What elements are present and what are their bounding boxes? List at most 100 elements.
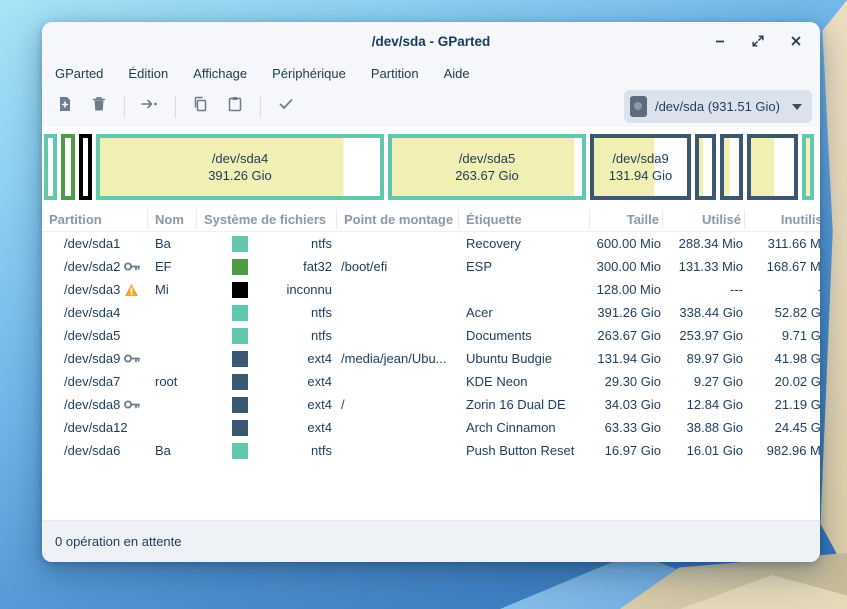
close-icon — [790, 35, 802, 47]
partition-device-text: /dev/sda5 — [64, 328, 120, 343]
menu-affichage[interactable]: Affichage — [184, 63, 256, 84]
filesystem-color-swatch — [232, 259, 248, 275]
table-row-sda2[interactable]: /dev/sda2EFfat32/boot/efiESP300.00 Mio13… — [42, 255, 820, 278]
key-icon — [124, 353, 140, 364]
partition-segment-sda7[interactable] — [695, 134, 716, 200]
table-row-sda12[interactable]: /dev/sda12ext4Arch Cinnamon63.33 Gio38.8… — [42, 416, 820, 439]
size-cell: 34.03 Gio — [590, 397, 663, 412]
used-cell: 288.34 Mio — [663, 236, 745, 251]
partition-segment-sda6[interactable] — [802, 134, 814, 200]
restore-icon — [751, 34, 765, 48]
col-header-point-de-montage: Point de montage — [337, 210, 459, 229]
partition-segment-sda9[interactable]: /dev/sda9131.94 Gio — [590, 134, 691, 200]
segment-size-label: 263.67 Gio — [455, 167, 519, 184]
filesystem-type-text: ntfs — [248, 305, 337, 320]
menu-aide[interactable]: Aide — [435, 63, 479, 84]
size-cell: 263.67 Gio — [590, 328, 663, 343]
segment-device-label: /dev/sda4 — [212, 150, 268, 167]
size-cell: 16.97 Gio — [590, 443, 663, 458]
col-header-nom: Nom — [148, 210, 197, 229]
mount-point-cell: /boot/efi — [337, 259, 459, 274]
partition-segment-sda5[interactable]: /dev/sda5263.67 Gio — [388, 134, 586, 200]
delete-partition-button[interactable] — [82, 92, 116, 122]
copy-button[interactable] — [184, 92, 218, 122]
used-cell: 253.97 Gio — [663, 328, 745, 343]
toolbar: /dev/sda (931.51 Gio) — [42, 86, 820, 127]
filesystem-color-swatch — [232, 420, 248, 436]
partition-segment-sda12[interactable] — [747, 134, 798, 200]
size-cell: 131.94 Gio — [590, 351, 663, 366]
new-partition-button[interactable] — [48, 92, 82, 122]
unused-cell: 9.71 Gio — [745, 328, 820, 343]
filesystem-color-swatch — [232, 351, 248, 367]
copy-icon — [192, 95, 210, 118]
apply-button[interactable] — [269, 92, 303, 122]
col-header-inutilise: Inutilisé — [745, 210, 820, 229]
partition-device-text: /dev/sda9 — [64, 351, 120, 366]
menu-peripherique[interactable]: Périphérique — [263, 63, 355, 84]
table-row-sda6[interactable]: /dev/sda6BantfsPush Button Reset16.97 Gi… — [42, 439, 820, 462]
used-cell: 16.01 Gio — [663, 443, 745, 458]
partition-name-cell: root — [148, 374, 197, 389]
main-content: /dev/sda4391.26 Gio/dev/sda5263.67 Gio/d… — [42, 127, 820, 520]
label-cell: ESP — [459, 259, 590, 274]
table-row-sda7[interactable]: /dev/sda7rootext4KDE Neon29.30 Gio9.27 G… — [42, 370, 820, 393]
segment-device-label: /dev/sda9 — [612, 150, 668, 167]
col-header-etiquette: Étiquette — [459, 210, 590, 229]
label-cell: Zorin 16 Dual DE — [459, 397, 590, 412]
window-controls — [710, 22, 806, 60]
partition-segment-sda8[interactable] — [720, 134, 743, 200]
label-cell: Recovery — [459, 236, 590, 251]
filesystem-type-text: ntfs — [248, 328, 337, 343]
device-selector[interactable]: /dev/sda (931.51 Gio) — [624, 90, 812, 123]
table-row-sda5[interactable]: /dev/sda5 ntfs Documents263.67 Gio253.97 G… — [42, 324, 820, 347]
partition-segment-sda1[interactable] — [44, 134, 57, 200]
col-header-taille: Taille — [590, 210, 663, 229]
unused-cell: 982.96 Mio — [745, 443, 820, 458]
partition-name-cell: Ba — [148, 443, 197, 458]
menu-gparted[interactable]: GParted — [46, 63, 112, 84]
key-icon — [124, 261, 140, 272]
table-row-sda8[interactable]: /dev/sda8ext4/Zorin 16 Dual DE34.03 Gio1… — [42, 393, 820, 416]
filesystem-color-swatch — [232, 374, 248, 390]
table-row-sda4[interactable]: /dev/sda4ntfsAcer391.26 Gio338.44 Gio52.… — [42, 301, 820, 324]
menu-partition[interactable]: Partition — [362, 63, 428, 84]
mount-point-cell: / — [337, 397, 459, 412]
partition-segment-sda4[interactable]: /dev/sda4391.26 Gio — [96, 134, 384, 200]
toolbar-separator — [175, 96, 176, 118]
table-row-sda1[interactable]: /dev/sda1BantfsRecovery600.00 Mio288.34 … — [42, 232, 820, 255]
titlebar[interactable]: /dev/sda - GParted — [42, 22, 820, 60]
gparted-window: /dev/sda - GParted — [42, 22, 820, 562]
size-cell: 391.26 Gio — [590, 305, 663, 320]
unused-cell: 168.67 Mio — [745, 259, 820, 274]
toolbar-separator — [260, 96, 261, 118]
check-icon — [277, 95, 295, 118]
window-title: /dev/sda - GParted — [372, 34, 491, 49]
partition-visual-bar: /dev/sda4391.26 Gio/dev/sda5263.67 Gio/d… — [42, 127, 820, 207]
key-icon — [124, 399, 140, 410]
label-cell: Documents — [459, 328, 590, 343]
label-cell: Arch Cinnamon — [459, 420, 590, 435]
partition-name-cell: Ba — [148, 236, 197, 251]
paste-icon — [226, 95, 244, 118]
mount-point-cell: /media/jean/Ubu... — [337, 351, 459, 366]
partition-name-cell: EF — [148, 259, 197, 274]
table-row-sda9[interactable]: /dev/sda9ext4/media/jean/Ubu...Ubuntu Bu… — [42, 347, 820, 370]
filesystem-type-text: ext4 — [248, 374, 337, 389]
unused-cell: 41.98 Gio — [745, 351, 820, 366]
paste-button[interactable] — [218, 92, 252, 122]
pending-operations-text: 0 opération en attente — [55, 534, 182, 549]
close-button[interactable] — [786, 31, 806, 51]
minimize-button[interactable] — [710, 31, 730, 51]
restore-button[interactable] — [748, 31, 768, 51]
filesystem-color-swatch — [232, 328, 248, 344]
resize-move-button[interactable] — [133, 92, 167, 122]
col-header-utilise: Utilisé — [663, 210, 745, 229]
partition-segment-sda2[interactable] — [61, 134, 75, 200]
menubar: GParted Édition Affichage Périphérique P… — [42, 60, 820, 86]
unused-cell: --- — [745, 282, 820, 297]
table-row-sda3[interactable]: /dev/sda3Miinconnu128.00 Mio------ — [42, 278, 820, 301]
partition-device-text: /dev/sda4 — [64, 305, 120, 320]
partition-segment-sda3[interactable] — [79, 134, 92, 200]
menu-edition[interactable]: Édition — [119, 63, 177, 84]
